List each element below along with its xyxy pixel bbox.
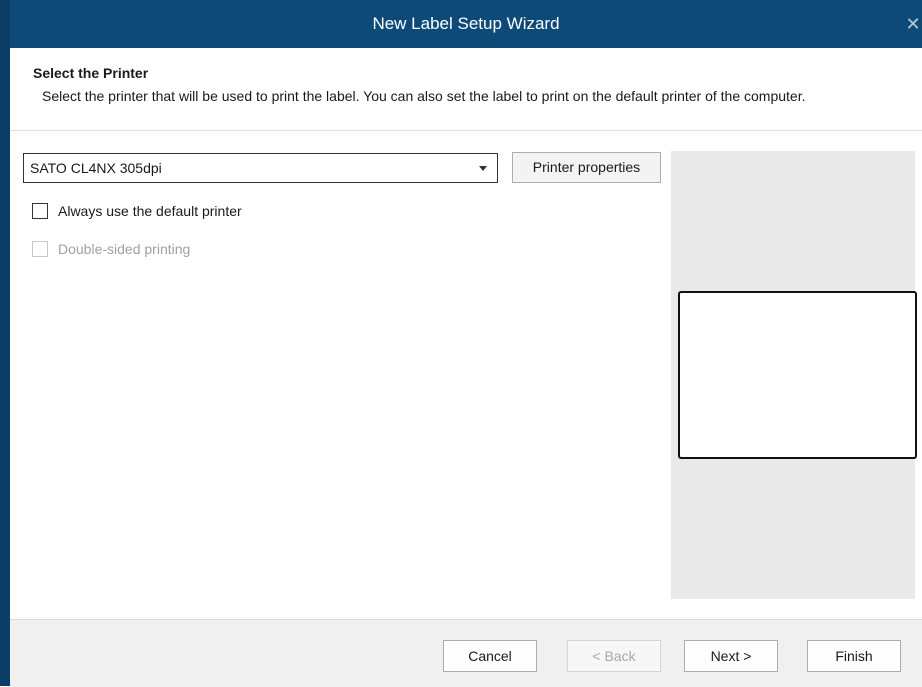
- chevron-down-icon: [479, 166, 487, 171]
- double-sided-printing-checkbox: [32, 241, 48, 257]
- close-icon[interactable]: ✕: [904, 0, 922, 48]
- wizard-content: SATO CL4NX 305dpi Printer properties Alw…: [10, 131, 922, 619]
- printer-select-value: SATO CL4NX 305dpi: [30, 160, 162, 176]
- wizard-window: New Label Setup Wizard ✕ Select the Prin…: [0, 0, 922, 687]
- page-title: Select the Printer: [33, 65, 149, 81]
- back-button: < Back: [567, 640, 661, 672]
- label-preview: [678, 291, 917, 459]
- finish-button[interactable]: Finish: [807, 640, 901, 672]
- label-preview-panel: [671, 151, 917, 599]
- window-title: New Label Setup Wizard: [372, 14, 560, 33]
- double-sided-printing-label: Double-sided printing: [58, 241, 191, 257]
- printer-properties-button[interactable]: Printer properties: [512, 152, 661, 183]
- cancel-button[interactable]: Cancel: [443, 640, 537, 672]
- wizard-header: Select the Printer Select the printer th…: [10, 48, 922, 131]
- wizard-footer: Cancel < Back Next > Finish: [10, 619, 922, 687]
- window-left-edge: [0, 0, 10, 686]
- page-description: Select the printer that will be used to …: [42, 88, 806, 104]
- printer-select[interactable]: SATO CL4NX 305dpi: [23, 153, 498, 183]
- title-bar: New Label Setup Wizard ✕: [10, 0, 922, 48]
- next-button[interactable]: Next >: [684, 640, 778, 672]
- always-default-printer-label: Always use the default printer: [58, 203, 242, 219]
- always-default-printer-checkbox[interactable]: [32, 203, 48, 219]
